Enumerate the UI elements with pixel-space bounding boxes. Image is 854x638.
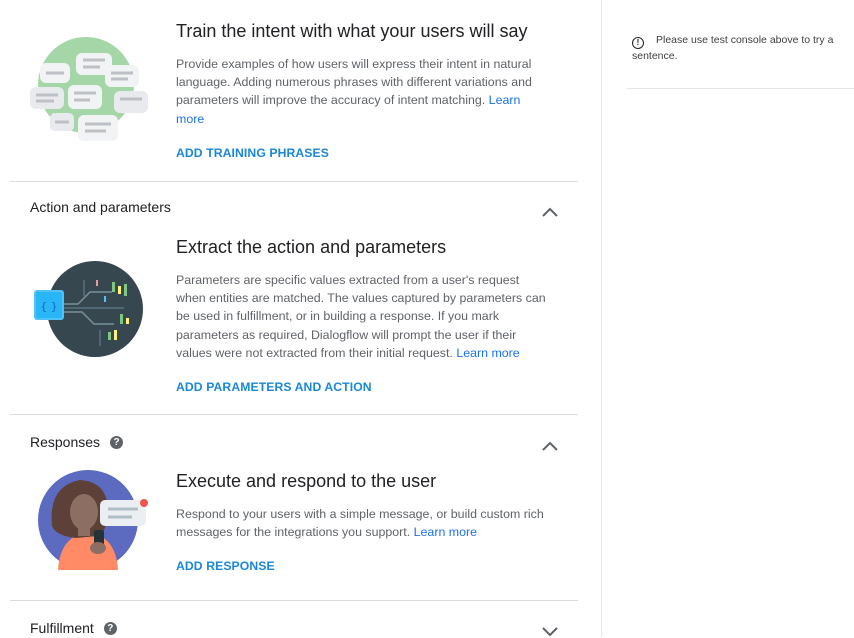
info-icon: !	[632, 36, 644, 49]
fulfillment-header[interactable]: Fulfillment ?	[30, 620, 117, 636]
responses-learn-more-link[interactable]: Learn more	[414, 525, 477, 539]
responses-heading: Responses	[30, 434, 101, 450]
add-response-button[interactable]: ADD RESPONSE	[176, 559, 275, 573]
chevron-up-icon[interactable]	[540, 205, 560, 219]
help-circle-icon[interactable]: ?	[110, 435, 124, 449]
svg-text:{ }: { }	[40, 300, 58, 313]
responses-title: Execute and respond to the user	[176, 471, 437, 491]
add-parameters-and-action-button[interactable]: ADD PARAMETERS AND ACTION	[176, 380, 372, 394]
side-divider	[627, 88, 854, 89]
add-training-phrases-button[interactable]: ADD TRAINING PHRASES	[176, 146, 329, 160]
action-parameters-title: Extract the action and parameters	[176, 237, 447, 257]
chat-bubbles-illustration	[30, 35, 150, 150]
training-title: Train the intent with what your users wi…	[176, 21, 528, 41]
training-description-text: Provide examples of how users will expre…	[176, 57, 532, 108]
action-parameters-heading: Action and parameters	[30, 199, 171, 215]
section-divider	[10, 414, 578, 415]
test-console-notice: ! Please use test console above to try a …	[632, 33, 850, 64]
test-console-notice-text: Please use test console above to try a s…	[632, 34, 834, 62]
chevron-up-icon[interactable]	[540, 439, 560, 453]
training-description: Provide examples of how users will expre…	[176, 55, 552, 128]
intent-editor: Train the intent with what your users wi…	[0, 0, 600, 637]
fulfillment-heading: Fulfillment	[30, 620, 94, 636]
responses-description-text: Respond to your users with a simple mess…	[176, 507, 544, 540]
test-console-panel: ! Please use test console above to try a …	[602, 0, 854, 637]
section-divider	[10, 181, 578, 182]
section-divider	[10, 600, 578, 601]
help-circle-icon[interactable]: ?	[103, 621, 117, 635]
action-parameters-learn-more-link[interactable]: Learn more	[456, 346, 519, 360]
responses-description: Respond to your users with a simple mess…	[176, 505, 552, 541]
action-parameters-description: Parameters are specific values extracted…	[176, 271, 552, 362]
chevron-down-icon[interactable]	[540, 624, 560, 638]
responses-header[interactable]: Responses ?	[30, 434, 124, 450]
user-with-phone-illustration	[38, 466, 153, 579]
parameters-circuit-illustration: { }	[34, 260, 146, 365]
action-parameters-header[interactable]: Action and parameters	[30, 199, 171, 215]
